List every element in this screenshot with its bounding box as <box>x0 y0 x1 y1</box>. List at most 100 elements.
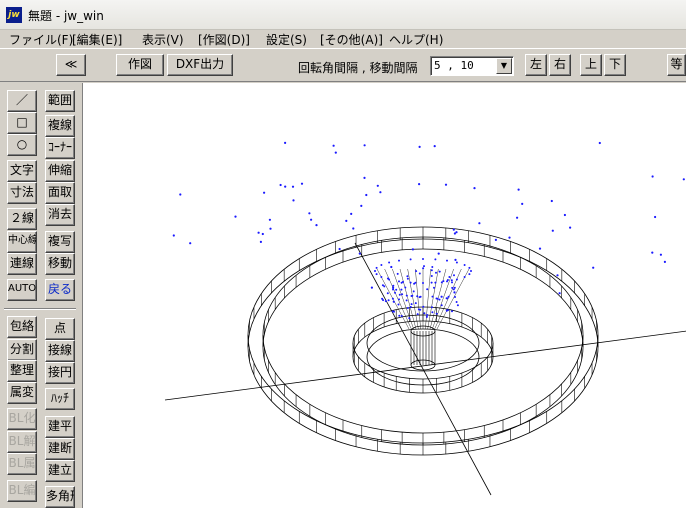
hatch-tool-button[interactable]: ﾊｯﾁ <box>45 388 75 410</box>
point-tool-button[interactable]: 点 <box>45 318 75 340</box>
point-mark <box>269 227 272 230</box>
undo-button[interactable]: 戻る <box>45 279 75 301</box>
draw-button[interactable]: 作図 <box>116 54 164 76</box>
point-mark <box>370 286 373 289</box>
tangent-circle-button[interactable]: 接円 <box>45 362 75 384</box>
point-mark <box>494 238 497 241</box>
point-mark <box>375 266 378 269</box>
block-explode-button[interactable]: BL解 <box>7 431 37 453</box>
double-line-tool-button[interactable]: ２線 <box>7 208 37 230</box>
interval-select[interactable]: 5 , 10 ▼ <box>430 56 514 76</box>
point-mark <box>411 248 414 251</box>
point-mark <box>388 278 391 281</box>
point-mark <box>659 253 663 256</box>
point-mark <box>292 199 295 202</box>
point-mark <box>392 288 394 291</box>
polygon-tool-button[interactable]: 多角形 <box>45 486 75 508</box>
text-tool-button[interactable]: 文字 <box>7 160 37 182</box>
point-mark <box>352 227 355 230</box>
line-tool-button[interactable]: ／ <box>7 90 37 112</box>
envelope-tool-button[interactable]: 包絡 <box>7 316 37 338</box>
point-mark <box>395 288 398 291</box>
point-mark <box>388 261 391 264</box>
point-mark <box>414 302 417 305</box>
point-mark <box>396 272 399 275</box>
back-button[interactable]: ≪ <box>56 54 86 76</box>
point-mark <box>418 145 421 148</box>
point-mark <box>423 265 425 268</box>
point-mark <box>334 151 337 154</box>
menu-view[interactable]: 表示(V) <box>142 31 184 48</box>
menu-file[interactable]: ファイル(F) <box>9 31 73 48</box>
dimension-tool-button[interactable]: 寸法 <box>7 182 37 204</box>
point-mark <box>409 281 412 284</box>
menu-draw[interactable]: [作図(D)] <box>198 31 250 48</box>
cone-line <box>415 268 421 330</box>
point-mark <box>440 304 443 307</box>
center-line-tool-button[interactable]: 中心線 <box>7 231 37 253</box>
offset-tool-button[interactable]: 複線 <box>45 115 75 137</box>
move-right-button[interactable]: 右 <box>549 54 571 76</box>
move-tool-button[interactable]: 移動 <box>45 253 75 275</box>
point-mark <box>521 202 524 205</box>
point-mark <box>418 183 421 186</box>
point-mark <box>308 212 311 215</box>
building-elevation-button[interactable]: 建立 <box>45 460 75 482</box>
dxf-export-button[interactable]: DXF出力 <box>167 54 233 76</box>
building-section-button[interactable]: 建断 <box>45 438 75 460</box>
polyline-tool-button[interactable]: 連線 <box>7 253 37 275</box>
divide-tool-button[interactable]: 分割 <box>7 339 37 361</box>
point-mark <box>434 258 437 261</box>
block-edit-button[interactable]: BL編 <box>7 480 37 502</box>
point-mark <box>445 309 448 312</box>
attribute-change-button[interactable]: 属変 <box>7 382 37 404</box>
chamfer-tool-button[interactable]: 面取 <box>45 182 75 204</box>
menu-bar: ファイル(F) [編集(E)] 表示(V) [作図(D)] 設定(S) [その他… <box>0 30 686 48</box>
menu-other[interactable]: [その他(A)] <box>320 31 383 48</box>
point-mark <box>468 273 471 276</box>
point-mark <box>440 295 443 298</box>
move-down-button[interactable]: 下 <box>604 54 626 76</box>
point-mark <box>556 274 559 277</box>
point-mark <box>426 314 429 316</box>
dropdown-arrow-icon[interactable]: ▼ <box>496 58 512 74</box>
point-mark <box>291 185 295 188</box>
auto-mode-button[interactable]: AUTO <box>7 279 37 301</box>
rotation-interval-label: 回転角間隔 , 移動間隔 <box>298 61 418 75</box>
point-mark <box>438 270 441 273</box>
drawing-canvas[interactable] <box>82 83 686 508</box>
point-mark <box>363 176 366 179</box>
menu-help[interactable]: ヘルプ(H) <box>389 31 443 48</box>
block-create-button[interactable]: BL化 <box>7 408 37 430</box>
corner-tool-button[interactable]: ｺｰﾅｰ <box>45 137 75 159</box>
move-up-button[interactable]: 上 <box>580 54 602 76</box>
point-mark <box>416 295 419 298</box>
block-attribute-button[interactable]: BL属 <box>7 453 37 475</box>
building-plan-button[interactable]: 建平 <box>45 416 75 438</box>
stretch-tool-button[interactable]: 伸縮 <box>45 160 75 182</box>
point-mark <box>397 303 400 306</box>
move-left-button[interactable]: 左 <box>525 54 547 76</box>
point-mark <box>431 266 434 268</box>
point-mark <box>453 291 456 294</box>
tangent-line-button[interactable]: 接線 <box>45 340 75 362</box>
point-mark <box>398 259 400 262</box>
partial-button[interactable]: 等 <box>667 54 686 76</box>
point-mark <box>259 240 262 243</box>
range-tool-button[interactable]: 範囲 <box>45 90 75 112</box>
point-mark <box>380 276 383 278</box>
circle-tool-button[interactable]: ○ <box>7 134 37 156</box>
point-mark <box>392 300 395 303</box>
menu-edit[interactable]: [編集(E)] <box>72 31 122 48</box>
point-mark <box>410 303 413 306</box>
menu-settings[interactable]: 設定(S) <box>266 31 307 48</box>
point-mark <box>431 306 433 309</box>
axis-line <box>164 330 686 401</box>
point-mark <box>426 288 429 291</box>
arrange-tool-button[interactable]: 整理 <box>7 360 37 382</box>
point-mark <box>445 297 448 300</box>
copy-tool-button[interactable]: 複写 <box>45 231 75 253</box>
erase-tool-button[interactable]: 消去 <box>45 204 75 226</box>
point-mark <box>569 226 572 229</box>
rectangle-tool-button[interactable]: □ <box>7 112 37 134</box>
